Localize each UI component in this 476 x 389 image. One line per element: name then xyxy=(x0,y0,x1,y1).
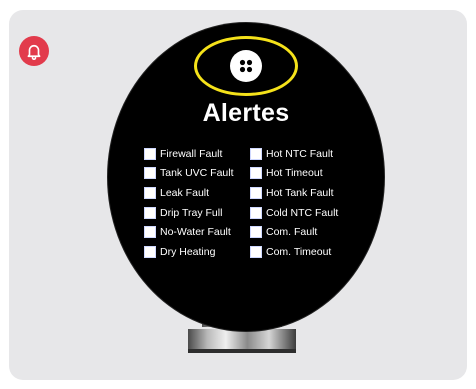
alert-item-no-water-fault[interactable]: No-Water Fault xyxy=(144,222,250,242)
alert-label: Hot Tank Fault xyxy=(266,186,334,199)
alert-item-tank-uvc-fault[interactable]: Tank UVC Fault xyxy=(144,164,250,184)
checkbox[interactable] xyxy=(144,147,156,160)
alert-item-com-timeout[interactable]: Com. Timeout xyxy=(250,242,360,262)
checkbox[interactable] xyxy=(250,147,262,160)
alert-item-com-fault[interactable]: Com. Fault xyxy=(250,222,360,242)
alert-label: Com. Fault xyxy=(266,226,318,239)
alert-item-hot-ntc-fault[interactable]: Hot NTC Fault xyxy=(250,144,360,164)
alert-label: Drip Tray Full xyxy=(160,206,223,219)
checkbox[interactable] xyxy=(250,245,262,258)
alert-item-dry-heating[interactable]: Dry Heating xyxy=(144,242,250,262)
alerts-grid: Firewall Fault Hot NTC Fault Tank UVC Fa… xyxy=(144,144,360,262)
alert-label: Leak Fault xyxy=(160,186,210,199)
alert-label: Com. Timeout xyxy=(266,245,332,258)
alert-badge[interactable] xyxy=(19,36,49,66)
alert-item-drip-tray-full[interactable]: Drip Tray Full xyxy=(144,203,250,223)
checkbox[interactable] xyxy=(144,186,156,199)
alert-label: No-Water Fault xyxy=(160,226,231,239)
checkbox[interactable] xyxy=(144,245,156,258)
alert-label: Hot Timeout xyxy=(266,167,323,180)
alert-label: Hot NTC Fault xyxy=(266,147,334,160)
panel-title: Alertes xyxy=(202,99,290,127)
checkbox[interactable] xyxy=(250,167,262,180)
alert-label: Tank UVC Fault xyxy=(160,167,234,180)
alert-label: Dry Heating xyxy=(160,245,216,258)
checkbox[interactable] xyxy=(250,186,262,199)
menu-button[interactable] xyxy=(230,50,262,82)
four-dots-icon xyxy=(237,57,255,75)
checkbox[interactable] xyxy=(250,226,262,239)
checkbox[interactable] xyxy=(250,206,262,219)
alert-item-hot-tank-fault[interactable]: Hot Tank Fault xyxy=(250,183,360,203)
alert-item-leak-fault[interactable]: Leak Fault xyxy=(144,183,250,203)
checkbox[interactable] xyxy=(144,226,156,239)
alert-item-cold-ntc-fault[interactable]: Cold NTC Fault xyxy=(250,203,360,223)
alert-item-firewall-fault[interactable]: Firewall Fault xyxy=(144,144,250,164)
alert-label: Cold NTC Fault xyxy=(266,206,339,219)
bell-icon xyxy=(25,42,43,60)
alert-label: Firewall Fault xyxy=(160,147,223,160)
alert-item-hot-timeout[interactable]: Hot Timeout xyxy=(250,164,360,184)
checkbox[interactable] xyxy=(144,167,156,180)
checkbox[interactable] xyxy=(144,206,156,219)
